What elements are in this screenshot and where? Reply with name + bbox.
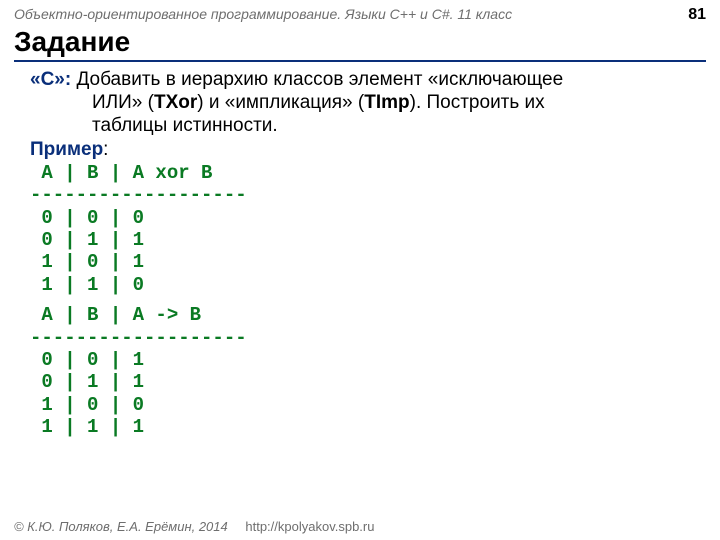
txor-class: TXor [154,92,197,113]
copyright: © К.Ю. Поляков, Е.А. Ерёмин, 2014 [14,519,228,534]
footer-url: http://kpolyakov.spb.ru [245,519,374,534]
table-imp: A | B | A -> B ------------------- 0 | 0… [30,304,702,438]
header-bar: Объектно-ориентированное программировани… [0,0,720,26]
slide: Объектно-ориентированное программировани… [0,0,720,540]
task-label: «С»: [30,69,71,90]
task-line1: Добавить в иерархию классов элемент «иск… [71,69,563,90]
truth-tables: A | B | A xor B ------------------- 0 | … [30,162,702,439]
task-text: «С»: Добавить в иерархию классов элемент… [30,68,702,138]
content: «С»: Добавить в иерархию классов элемент… [0,62,720,439]
example-colon: : [103,139,108,160]
task-line2-pre: ИЛИ» ( [92,92,154,113]
example-label-row: Пример: [30,138,702,161]
table-xor: A | B | A xor B ------------------- 0 | … [30,162,247,296]
timp-class: TImp [364,92,409,113]
page-number: 81 [688,6,706,24]
footer: © К.Ю. Поляков, Е.А. Ерёмин, 2014 http:/… [14,519,374,534]
task-line3: таблицы истинности. [92,115,278,136]
course-title: Объектно-ориентированное программировани… [14,6,512,22]
task-line2-post: ). Построить их [410,92,545,113]
example-label: Пример [30,139,103,160]
task-body: ИЛИ» (TXor) и «импликация» (TImp). Постр… [30,91,702,137]
title-block: Задание [14,26,706,62]
page-title: Задание [14,26,706,58]
task-line2-mid: ) и «импликация» ( [197,92,364,113]
